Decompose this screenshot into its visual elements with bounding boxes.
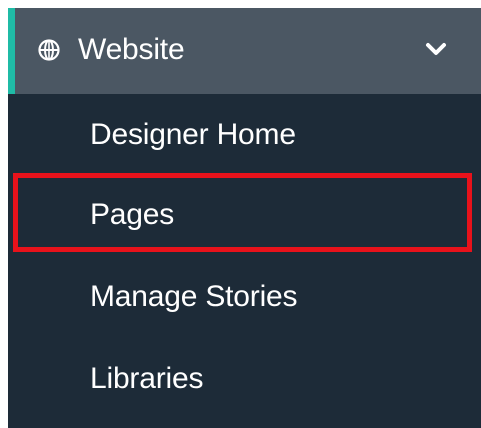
sidebar-menu: Website Designer Home Pages Manage Stori… — [8, 8, 481, 428]
menu-item-libraries[interactable]: Libraries — [8, 338, 481, 420]
menu-item-label: Manage Stories — [90, 280, 298, 313]
menu-item-manage-stories[interactable]: Manage Stories — [8, 256, 481, 338]
menu-item-designer-home[interactable]: Designer Home — [8, 94, 481, 176]
menu-item-label: Pages — [90, 198, 175, 231]
website-menu-header[interactable]: Website — [8, 8, 481, 94]
menu-item-pages[interactable]: Pages — [8, 174, 481, 256]
menu-item-label: Designer Home — [90, 118, 296, 151]
website-menu-label: Website — [78, 33, 185, 66]
chevron-down-icon[interactable] — [425, 42, 447, 58]
active-accent-bar — [8, 8, 15, 94]
globe-icon — [38, 39, 60, 61]
menu-item-label: Libraries — [90, 362, 204, 395]
